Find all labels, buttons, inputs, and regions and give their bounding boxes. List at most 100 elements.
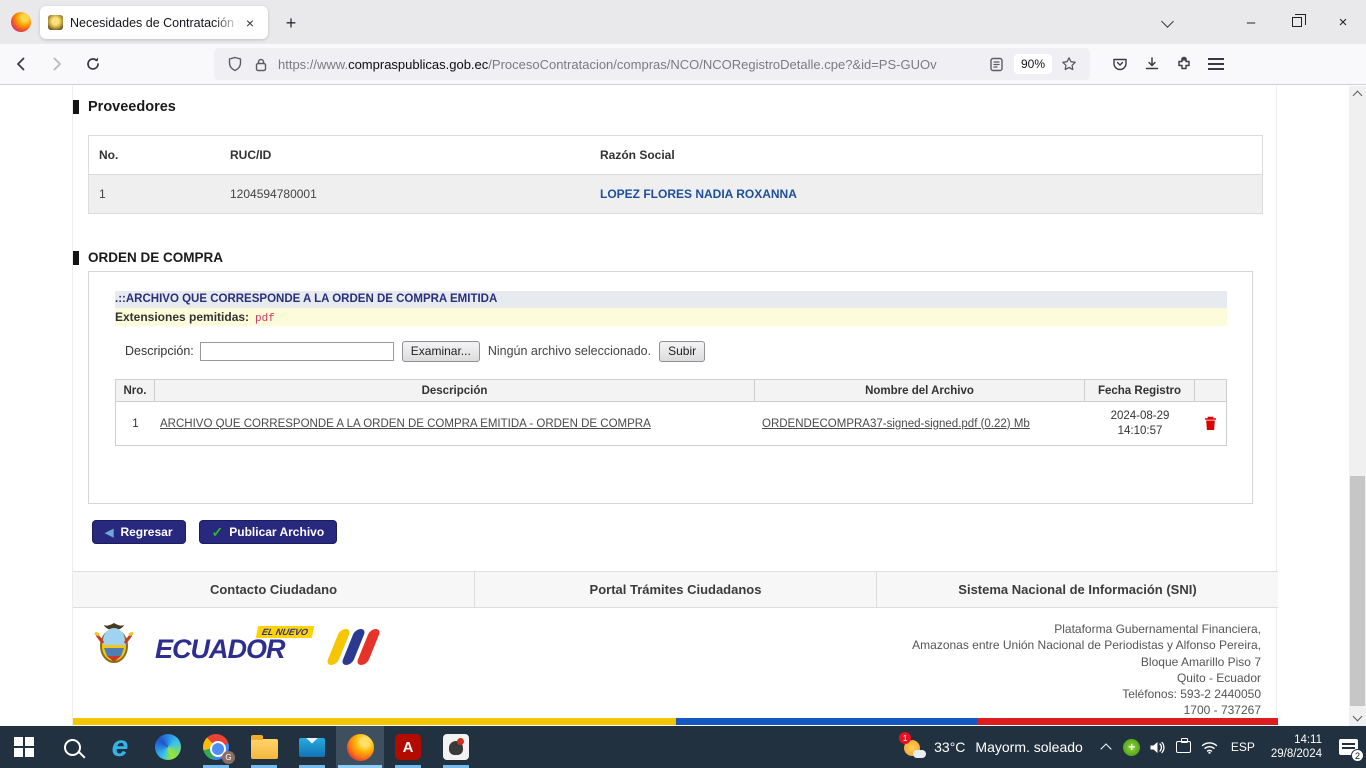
tray-network[interactable] xyxy=(1197,726,1223,768)
footer-link-sni[interactable]: Sistema Nacional de Información (SNI) xyxy=(877,572,1278,607)
section-bar xyxy=(73,100,79,114)
new-tab-button[interactable]: + xyxy=(278,10,304,36)
list-tabs-chevron-icon[interactable] xyxy=(1152,10,1182,36)
address-line: Amazonas entre Unión Nacional de Periodi… xyxy=(912,637,1261,653)
footer-link-contacto[interactable]: Contacto Ciudadano xyxy=(73,572,475,607)
brand-stripes xyxy=(333,629,378,665)
taskbar-java-app[interactable] xyxy=(432,726,480,768)
publicar-label: Publicar Archivo xyxy=(229,525,324,539)
taskbar-search-button[interactable] xyxy=(48,726,96,768)
lock-icon[interactable] xyxy=(248,51,274,77)
file-row: 1 ARCHIVO QUE CORRESPONDE A LA ORDEN DE … xyxy=(116,401,1226,445)
subir-button[interactable]: Subir xyxy=(659,341,705,362)
col-no: No. xyxy=(89,148,220,162)
delete-file-button[interactable] xyxy=(1195,402,1226,445)
acrobat-icon: A xyxy=(395,734,421,760)
tray-volume[interactable] xyxy=(1145,726,1171,768)
minimize-button[interactable]: – xyxy=(1228,0,1274,44)
scrollbar-thumb[interactable] xyxy=(1350,476,1365,706)
scroll-up-arrow-icon[interactable] xyxy=(1349,86,1366,102)
taskbar-edge[interactable] xyxy=(144,726,192,768)
page-content: Proveedores No. RUC/ID Razón Social 1 12… xyxy=(72,86,1277,726)
reader-view-icon[interactable] xyxy=(984,51,1010,77)
examinar-button[interactable]: Examinar... xyxy=(402,341,480,362)
forward-button[interactable] xyxy=(42,49,72,79)
tray-language[interactable]: ESP xyxy=(1223,740,1263,754)
speaker-icon xyxy=(1149,740,1166,755)
tray-clock[interactable]: 14:11 29/8/2024 xyxy=(1263,733,1330,761)
file-time: 14:10:57 xyxy=(1118,424,1163,439)
el-nuevo-ecuador-logo: EL NUEVO ECUADOR xyxy=(155,626,375,670)
url-prefix: https://www. xyxy=(278,57,348,72)
downloads-icon[interactable] xyxy=(1136,49,1168,79)
zoom-level-button[interactable]: 90% xyxy=(1014,54,1052,74)
clock-time: 14:11 xyxy=(1271,733,1322,747)
tray-show-hidden-icons[interactable] xyxy=(1093,726,1119,768)
restore-button[interactable] xyxy=(1274,0,1320,44)
proveedor-no: 1 xyxy=(89,187,220,201)
back-button[interactable] xyxy=(6,49,36,79)
start-button[interactable] xyxy=(0,726,48,768)
regresar-button[interactable]: ◀ Regresar xyxy=(92,520,186,544)
windows-taskbar: e G A 1 33°C Mayorm. soleado + xyxy=(0,726,1366,768)
col-nro: Nro. xyxy=(116,380,155,401)
regresar-label: Regresar xyxy=(120,525,172,539)
menu-hamburger-icon[interactable] xyxy=(1200,49,1232,79)
extensions-puzzle-icon[interactable] xyxy=(1168,49,1200,79)
chrome-profile-badge: G xyxy=(222,751,235,764)
taskbar-chrome[interactable]: G xyxy=(192,726,240,768)
orden-heading: ORDEN DE COMPRA xyxy=(73,250,223,265)
address-line: Teléfonos: 593-2 2440050 xyxy=(912,686,1261,702)
back-arrow-icon: ◀ xyxy=(105,526,113,539)
browser-toolbar: https://www.compraspublicas.gob.ec/Proce… xyxy=(0,44,1366,85)
col-fecha-registro: Fecha Registro xyxy=(1085,380,1195,401)
proveedor-razon-link[interactable]: LOPEZ FLORES NADIA ROXANNA xyxy=(600,187,797,201)
descripcion-input[interactable] xyxy=(200,342,394,361)
tray-notifications[interactable]: 2 xyxy=(1330,726,1366,768)
weather-desc: Mayorm. soleado xyxy=(975,739,1082,755)
reload-button[interactable] xyxy=(78,49,108,79)
footer-link-portal-tramites[interactable]: Portal Trámites Ciudadanos xyxy=(475,572,877,607)
pocket-icon[interactable] xyxy=(1104,49,1136,79)
col-descripcion: Descripción xyxy=(155,380,755,401)
action-buttons: ◀ Regresar ✓ Publicar Archivo xyxy=(92,520,350,544)
firefox-logo-icon[interactable] xyxy=(11,12,31,32)
file-descripcion-link[interactable]: ARCHIVO QUE CORRESPONDE A LA ORDEN DE CO… xyxy=(160,418,651,430)
tray-antivirus[interactable]: + xyxy=(1119,726,1145,768)
taskbar-mail[interactable] xyxy=(288,726,336,768)
descripcion-label: Descripción: xyxy=(125,344,194,358)
proveedores-table: No. RUC/ID Razón Social 1 1204594780001 … xyxy=(88,135,1263,214)
taskbar-internet-explorer[interactable]: e xyxy=(96,726,144,768)
taskbar-firefox[interactable] xyxy=(336,726,384,768)
vertical-scrollbar[interactable] xyxy=(1349,86,1366,726)
files-table: Nro. Descripción Nombre del Archivo Fech… xyxy=(115,379,1227,446)
antivirus-icon: + xyxy=(1123,739,1140,756)
upload-form-row: Descripción: Examinar... Ningún archivo … xyxy=(125,340,705,362)
proveedor-row: 1 1204594780001 LOPEZ FLORES NADIA ROXAN… xyxy=(89,175,1262,213)
close-button[interactable]: × xyxy=(1320,0,1366,44)
taskbar-acrobat[interactable]: A xyxy=(384,726,432,768)
taskbar-weather-widget[interactable]: 1 33°C Mayorm. soleado xyxy=(892,726,1093,768)
col-actions xyxy=(1195,380,1226,401)
taskbar-file-explorer[interactable] xyxy=(240,726,288,768)
file-name-link[interactable]: ORDENDECOMPRA37-signed-signed.pdf (0.22)… xyxy=(762,418,1030,430)
publicar-archivo-button[interactable]: ✓ Publicar Archivo xyxy=(199,520,338,544)
url-bar[interactable]: https://www.compraspublicas.gob.ec/Proce… xyxy=(214,48,1090,80)
browser-tab[interactable]: Necesidades de Contratación y × xyxy=(40,6,268,39)
address-line: Plataforma Gubernamental Financiera, xyxy=(912,621,1261,637)
tracking-shield-icon[interactable] xyxy=(222,51,248,77)
scroll-down-arrow-icon[interactable] xyxy=(1349,710,1366,726)
site-favicon-icon xyxy=(48,15,63,30)
weather-temp: 33°C xyxy=(934,739,965,755)
tab-close-icon[interactable]: × xyxy=(240,13,260,33)
search-icon xyxy=(64,739,81,756)
section-bar xyxy=(73,251,79,265)
check-icon: ✓ xyxy=(212,524,224,541)
system-tray: + ESP 14:11 29/8/2024 2 xyxy=(1093,726,1366,768)
clock-date: 29/8/2024 xyxy=(1271,747,1322,761)
extensiones-band: Extensiones pemitidas:pdf xyxy=(115,308,1227,326)
bookmark-star-icon[interactable] xyxy=(1056,51,1082,77)
chevron-up-icon xyxy=(1100,743,1111,754)
url-text[interactable]: https://www.compraspublicas.gob.ec/Proce… xyxy=(278,57,984,72)
tray-cast[interactable] xyxy=(1171,726,1197,768)
